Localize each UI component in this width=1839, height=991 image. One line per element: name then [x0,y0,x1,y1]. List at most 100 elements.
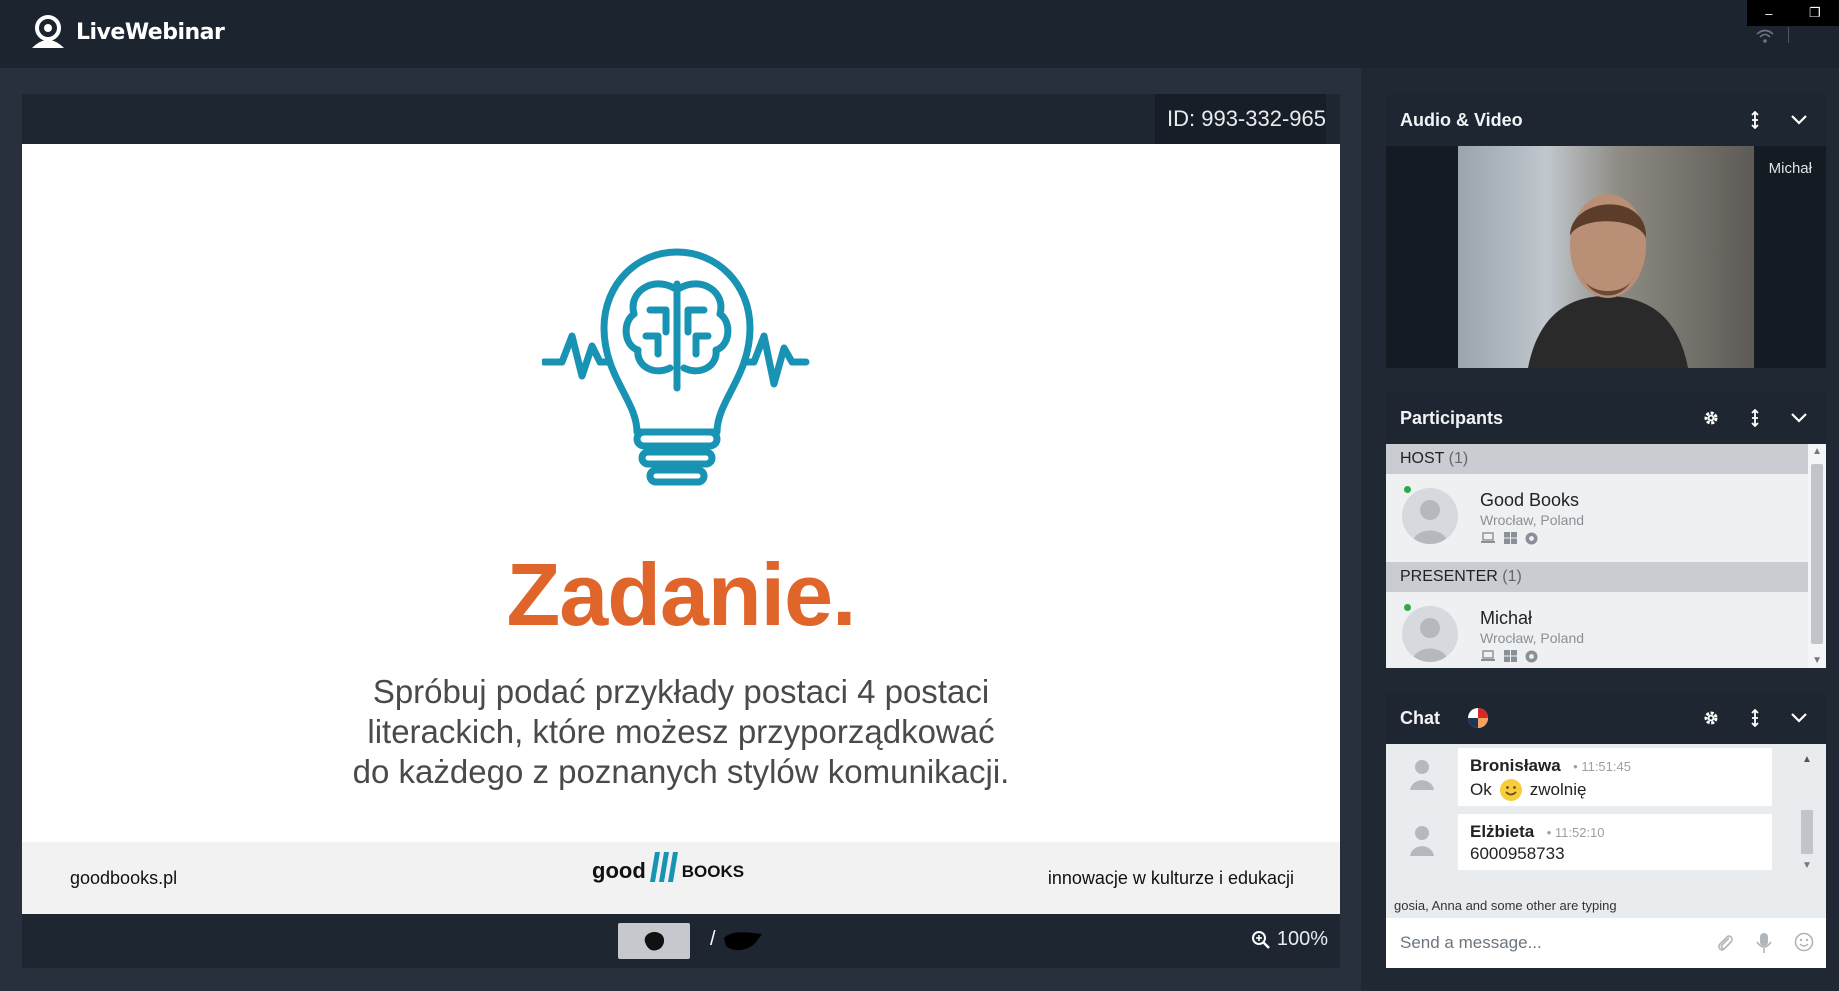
chat-message: Bronisława • 11:51:45 Ok zwolnię [1458,748,1772,806]
translate-flag-icon[interactable] [1466,706,1490,730]
scroll-thumb[interactable] [1811,464,1823,644]
group-count: (1) [1502,568,1522,585]
participants-title: Participants [1400,408,1504,428]
participant-row[interactable]: Good Books Wrocław, Poland [1386,474,1826,562]
minimize-button[interactable]: – [1765,6,1772,21]
presentation-stage: ID: 993-332-965 Zadanie. Spróbuj podać p… [0,68,1361,991]
message-sender: Bronisława [1470,756,1561,775]
books-stripes-icon [649,852,678,882]
message-text: zwolnię [1529,780,1587,799]
emoji-icon[interactable] [1794,932,1814,952]
chrome-icon [1525,650,1538,663]
message-time: • 11:51:45 [1573,759,1631,774]
participants-scrollbar[interactable]: ▲ ▼ [1808,444,1826,668]
typing-suffix: and some other are typing [1461,898,1617,913]
webcam-video-feed[interactable] [1458,146,1754,368]
laptop-icon [1481,650,1495,661]
top-bar: LiveWebinar – ❐ [0,0,1839,68]
zoom-level: 100% [1276,928,1328,950]
zoom-in-icon [1251,930,1270,949]
pin-toggle-icon[interactable] [1746,709,1764,727]
audio-video-header: Audio & Video [1386,94,1826,146]
page-thumbnail-button[interactable] [618,923,690,959]
paperclip-icon[interactable] [1716,932,1734,952]
chat-panel: Chat Bronisława • 11:51:45 Ok zwolnię El… [1386,692,1826,968]
typing-names: gosia, Anna [1394,898,1462,913]
logo-word-good: good [592,858,646,883]
chat-scrollbar[interactable]: ▲ ▼ [1798,744,1816,894]
online-status-dot [1404,486,1411,493]
participant-row[interactable]: Michał Wrocław, Poland [1386,592,1826,668]
footer-website: goodbooks.pl [70,868,178,888]
person-silhouette-icon [1528,194,1688,368]
meeting-id: ID: 993-332-965 [1155,94,1326,144]
microphone-icon[interactable] [1756,932,1772,954]
participant-location: Wrocław, Poland [1480,630,1585,646]
group-count: (1) [1448,450,1469,467]
participants-panel: Participants HOST (1) Good Books Wrocław… [1386,392,1826,668]
message-input[interactable] [1400,930,1690,956]
smiley-emoji-icon [1499,779,1522,801]
avatar [1402,488,1458,544]
page-number-blob [644,932,665,951]
scroll-thumb[interactable] [1801,810,1813,854]
audio-video-panel: Audio & Video Michał [1386,94,1826,368]
participant-name: Michał [1480,608,1533,628]
gear-icon[interactable] [1702,709,1720,727]
slide-footer: goodbooks.pl good books innowacje w kult… [22,842,1340,914]
group-label: PRESENTER [1400,568,1498,585]
avatar [1402,606,1458,662]
chat-title: Chat [1400,708,1440,728]
online-status-dot [1404,604,1411,611]
chrome-icon [1525,532,1538,545]
windows-icon [1504,650,1517,662]
windows-icon [1504,532,1517,544]
scroll-up-arrow[interactable]: ▲ [1802,754,1812,765]
participants-list: HOST (1) Good Books Wrocław, Poland PRES… [1386,444,1826,668]
pin-toggle-icon[interactable] [1746,409,1764,427]
scroll-up-arrow[interactable]: ▲ [1812,446,1822,457]
avatar [1410,760,1434,790]
app-name: LiveWebinar [76,19,225,45]
chat-header: Chat [1386,692,1826,744]
chat-messages: Bronisława • 11:51:45 Ok zwolnię Elżbiet… [1386,744,1826,894]
chevron-down-icon[interactable] [1790,409,1808,427]
slide-controls: / 100% [22,914,1340,968]
slide-body: Spróbuj podać przykłady postaci 4 postac… [22,672,1340,792]
presenter-group-header: PRESENTER (1) [1386,562,1826,592]
video-area: Michał [1386,146,1826,368]
message-sender: Elżbieta [1470,822,1535,841]
chevron-down-icon[interactable] [1790,709,1808,727]
slide-body-line: literackich, które możesz przyporządkowa… [367,713,995,750]
chat-composer [1386,918,1826,968]
webcam-logo-icon [32,15,64,48]
audio-video-title: Audio & Video [1400,110,1523,130]
lightbulb-brain-icon [542,248,810,486]
laptop-icon [1481,532,1495,543]
scroll-down-arrow[interactable]: ▼ [1802,860,1812,871]
pin-toggle-icon[interactable] [1746,111,1764,129]
top-divider [1788,27,1789,43]
restore-button[interactable]: ❐ [1809,5,1821,21]
video-participant-name: Michał [1768,160,1812,177]
logo-word-books: books [681,856,745,883]
presentation-slide: Zadanie. Spróbuj podać przykłady postaci… [22,144,1340,914]
wifi-icon [1756,29,1774,43]
scroll-down-arrow[interactable]: ▼ [1812,655,1822,666]
participants-header: Participants [1386,392,1826,444]
avatar [1410,826,1434,856]
typing-indicator: gosia, Anna and some other are typing [1386,894,1826,918]
slide-body-line: Spróbuj podać przykłady postaci 4 postac… [372,673,990,710]
message-time: • 11:52:10 [1546,825,1605,840]
chevron-down-icon[interactable] [1790,111,1808,129]
page-total-blob [724,932,762,951]
page-separator: / [710,928,716,950]
message-text: 6000958733 [1470,844,1565,863]
goodbooks-logo: good books [592,850,744,884]
app-logo: LiveWebinar [28,14,225,50]
chat-message: Elżbieta • 11:52:10 6000958733 [1458,814,1772,870]
group-label: HOST [1400,450,1445,467]
gear-icon[interactable] [1702,409,1720,427]
slide-body-line: do każdego z poznanych stylów komunikacj… [352,753,1010,790]
zoom-control[interactable]: 100% [1251,928,1328,951]
